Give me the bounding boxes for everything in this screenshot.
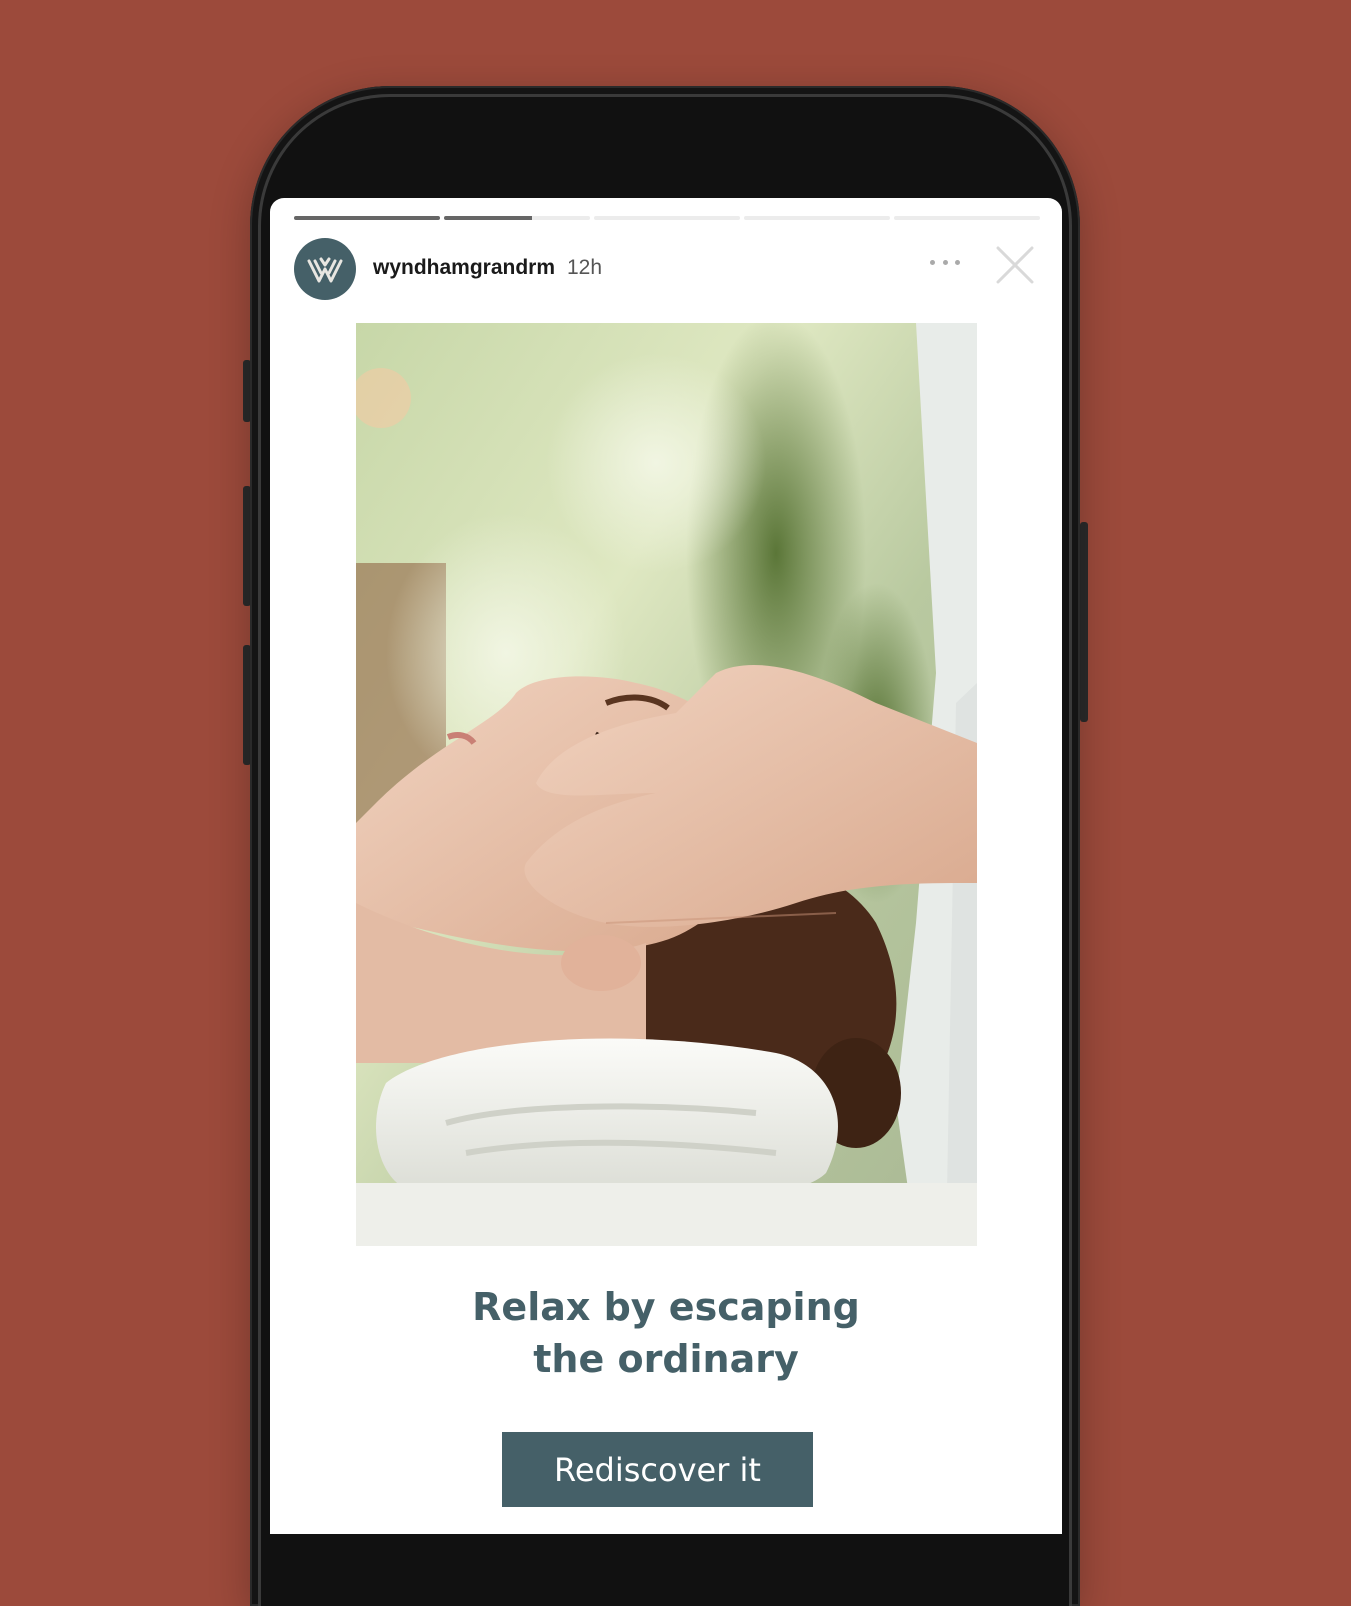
story-progress-fill [294,216,440,220]
story-timestamp: 12h [567,256,603,279]
avatar[interactable] [294,238,356,300]
story-progress-segment-4 [744,216,890,220]
story-progress-segment-1 [294,216,440,220]
story-progress-segment-2 [444,216,590,220]
story-username[interactable]: wyndhamgrandrm [373,256,555,280]
more-dots-icon[interactable] [930,250,960,274]
rediscover-button[interactable]: Rediscover it [502,1432,813,1507]
headline-line-2: the ordinary [533,1337,799,1381]
story-progress-segment-3 [594,216,740,220]
story-header: wyndhamgrandrm 12h [294,238,1040,300]
phone-power-button [1080,522,1088,722]
story-screen: wyndhamgrandrm 12h Relax by escaping the… [270,198,1062,1534]
story-progress-fill [444,216,532,220]
story-progress-bar [294,216,1040,220]
spa-massage-photo [356,323,977,1246]
headline-line-1: Relax by escaping [472,1285,860,1329]
wyndham-logo-icon [307,257,343,283]
close-icon[interactable] [994,244,1036,286]
story-headline: Relax by escaping the ordinary [270,1281,1062,1385]
story-progress-segment-5 [894,216,1040,220]
